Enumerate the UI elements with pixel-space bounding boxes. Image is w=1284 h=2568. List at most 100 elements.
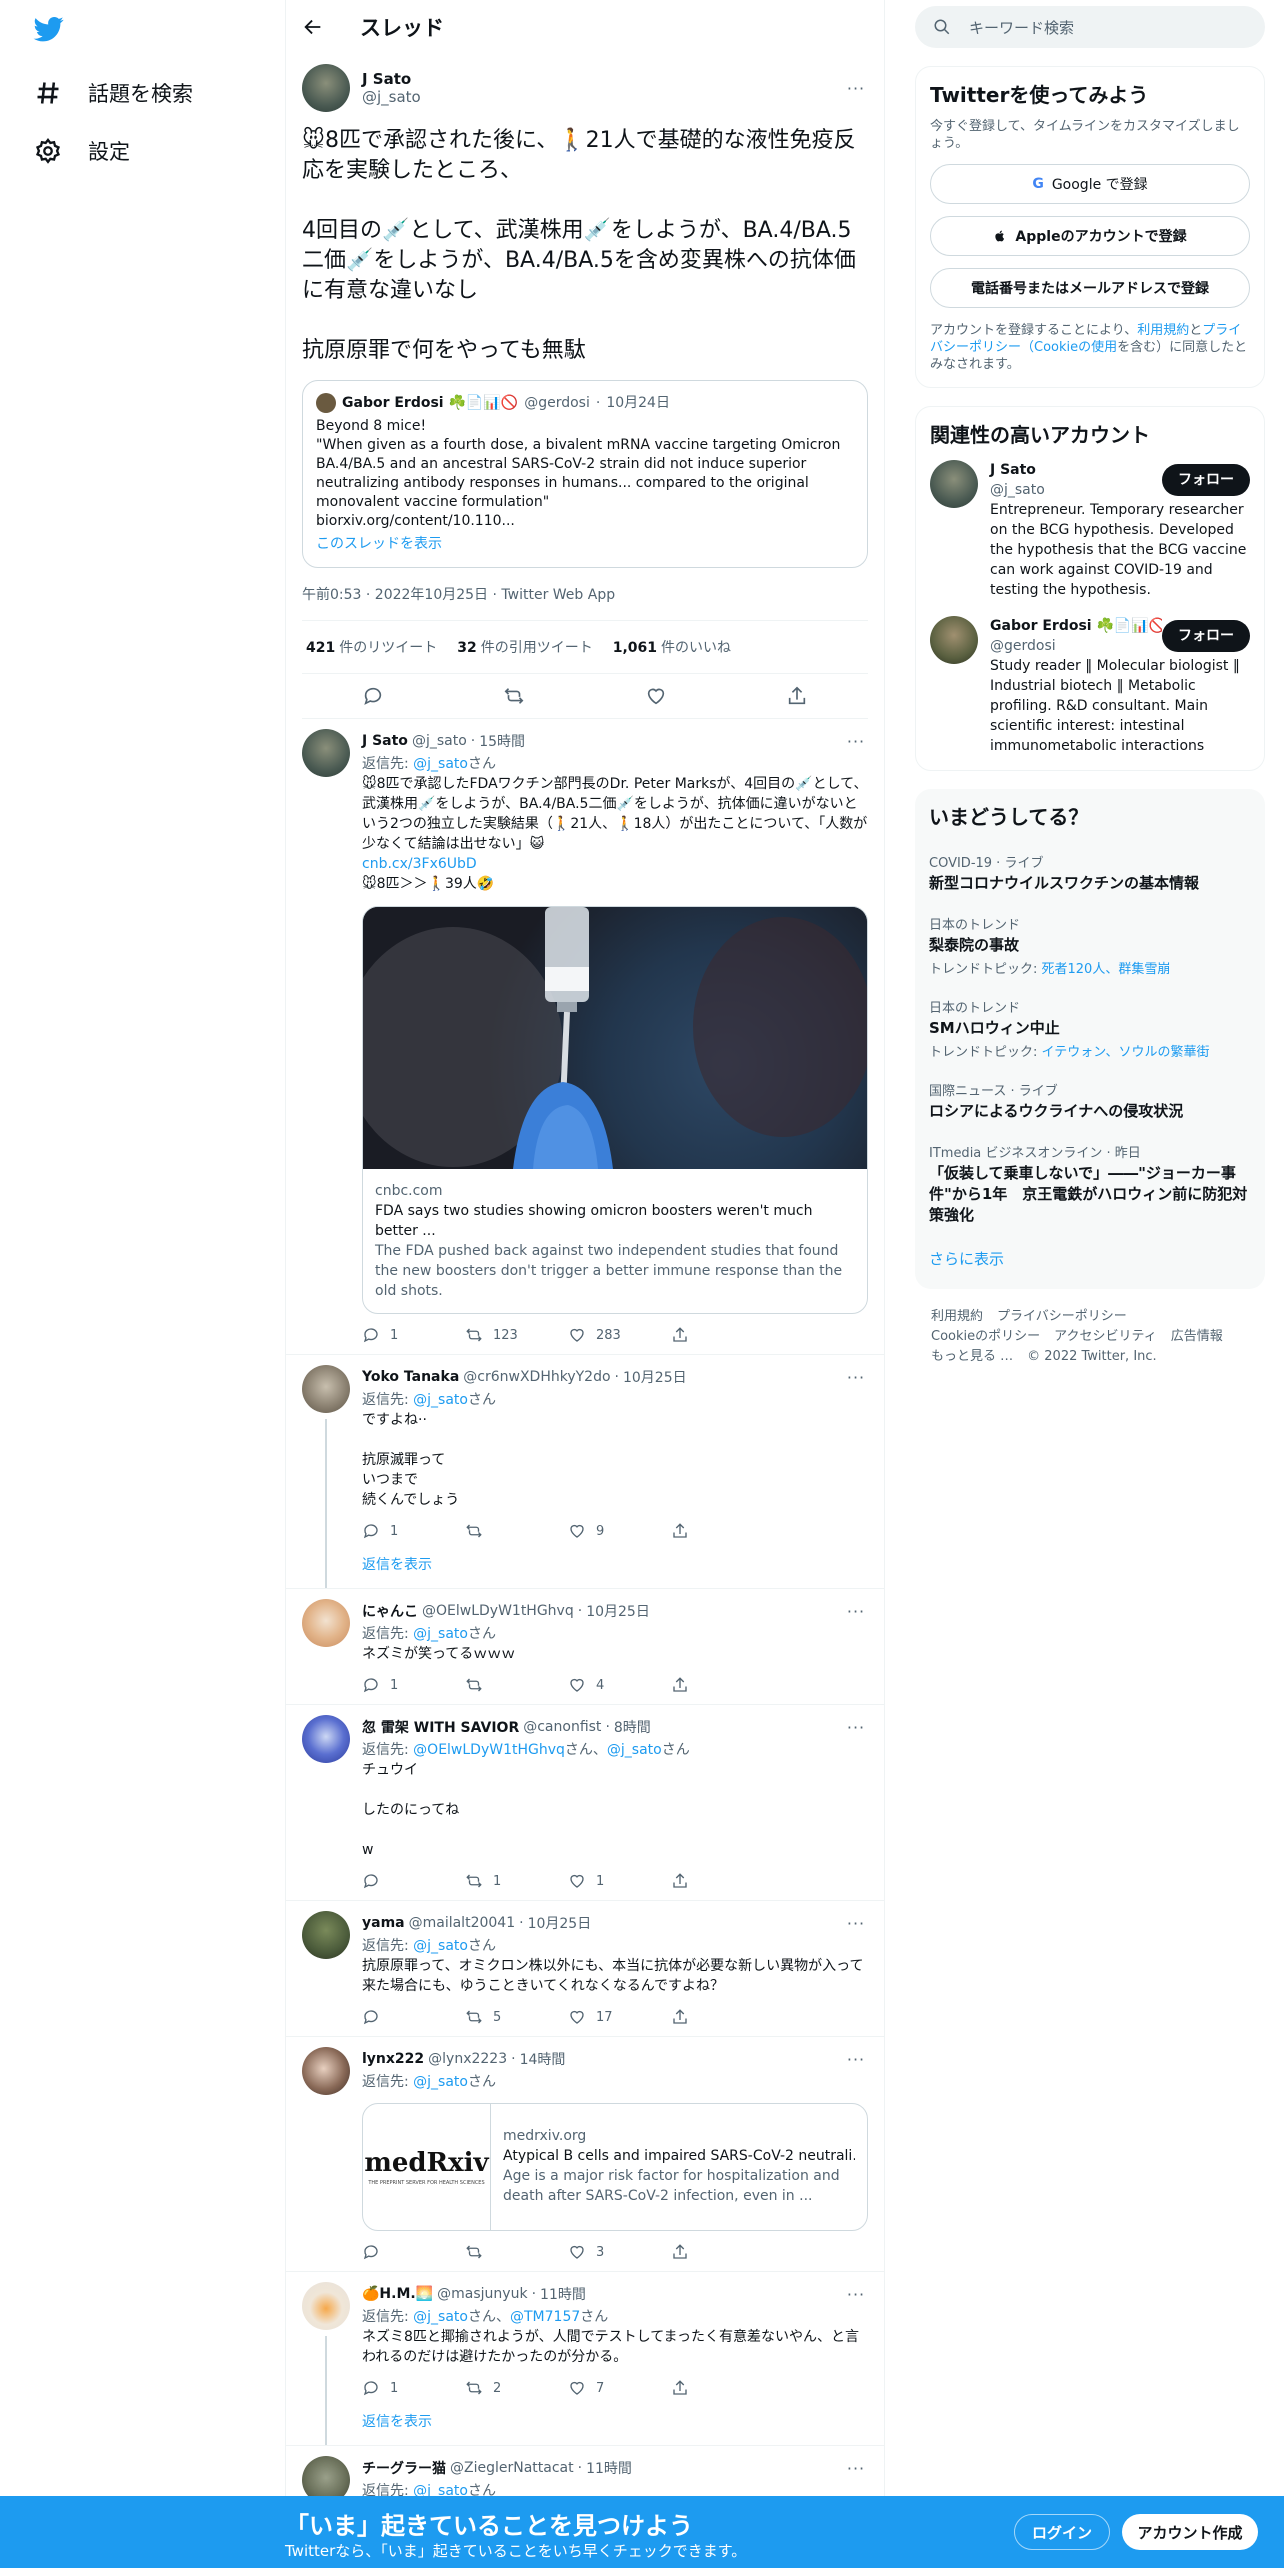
search-input[interactable]: キーワード検索 [915,6,1265,48]
mention-link[interactable]: @j_sato [413,2074,468,2090]
author-handle[interactable]: @OElwLDyW1tHGhvq [422,1603,574,1619]
quoted-tweet[interactable]: Gabor Erdosi ☘️📄📊🚫 @gerdosi · 10月24日 Bey… [302,380,868,568]
author-name[interactable]: yama [362,1915,405,1931]
google-signup-button[interactable]: G Google で登録 [930,164,1250,204]
like-button[interactable]: 4 [568,1676,671,1694]
terms-link[interactable]: 利用規約 [1137,323,1189,338]
mention-link[interactable]: @j_sato [607,1742,662,1758]
account-item[interactable]: J Sato @j_sato フォロー Entrepreneur. Tempor… [930,460,1250,600]
more-icon[interactable]: ··· [844,76,868,100]
link-card[interactable]: cnbc.com FDA says two studies showing om… [362,906,868,1314]
author-name[interactable]: Yoko Tanaka [362,1369,459,1385]
mention-link[interactable]: @j_sato [413,1626,468,1642]
share-button[interactable] [671,1326,774,1344]
account-item[interactable]: Gabor Erdosi ☘️📄📊🚫 @gerdosi フォロー Study r… [930,616,1250,756]
mention-link[interactable]: @TM7157 [510,2309,580,2325]
share-button[interactable] [671,1872,774,1890]
reply-tweet[interactable]: 🍊H.M.🌅 @masjunyuk · 11時間 ··· 返信先: @j_satoさん、… [286,2272,884,2446]
back-arrow-icon[interactable] [302,16,360,38]
like-icon[interactable] [644,684,668,708]
author-name[interactable]: J Sato [362,733,408,749]
tweet-time[interactable]: 11時間 [540,2284,586,2304]
author-name[interactable]: J Sato [362,70,421,88]
like-button[interactable]: 1 [568,1872,671,1890]
author-handle[interactable]: @lynx2223 [428,2051,507,2067]
follow-button[interactable]: フォロー [1162,464,1250,496]
like-button[interactable]: 3 [568,2243,671,2261]
retweet-button[interactable]: 1 [465,1872,568,1890]
quotes-stat[interactable]: 32 件の引用ツイート [457,637,592,657]
author-handle[interactable]: @ZieglerNattacat [450,2460,574,2476]
author-handle[interactable]: @cr6nwXDHhkyY2do [463,1369,610,1385]
nav-explore[interactable]: 話題を検索 [28,64,268,122]
nav-settings[interactable]: 設定 [28,122,268,180]
reply-tweet[interactable]: Yoko Tanaka @cr6nwXDHhkyY2do · 10月25日 ··· 返信… [286,1355,884,1589]
apple-signup-button[interactable]: Appleのアカウントで登録 [930,216,1250,256]
retweets-stat[interactable]: 421 件のリツイート [306,637,437,657]
reply-tweet[interactable]: J Sato @j_sato · 15時間 ··· 返信先: @j_satoさん 🐭8匹… [286,719,884,1355]
show-thread-link[interactable]: このスレッドを表示 [316,535,854,554]
show-replies-link[interactable]: 返信を表示 [362,1554,868,1578]
avatar[interactable] [930,616,978,664]
mention-link[interactable]: @OElwLDyW1tHGhvq [413,1742,565,1758]
author-handle[interactable]: @mailalt20041 [409,1915,516,1931]
like-button[interactable]: 17 [568,2008,671,2026]
more-icon[interactable]: ··· [844,729,868,753]
avatar[interactable] [302,1365,350,1413]
reply-button[interactable]: 1 [362,2379,465,2397]
create-account-button[interactable]: アカウント作成 [1122,2514,1258,2550]
tweet-time[interactable]: 10月25日 [623,1367,687,1387]
share-button[interactable] [671,1522,774,1540]
more-icon[interactable]: ··· [844,1911,868,1935]
author-name[interactable]: にゃんこ [362,1601,418,1621]
trend-item[interactable]: ITmedia ビジネスオンライン · 昨日 「仮装して乗車しないで」――"ジョ… [929,1130,1251,1234]
reply-button[interactable]: 1 [362,1522,465,1540]
retweet-icon[interactable] [502,684,526,708]
reply-tweet[interactable]: lynx222 @lynx2223 · 14時間 ··· 返信先: @j_satoさん … [286,2037,884,2272]
more-icon[interactable]: ··· [844,1365,868,1389]
tweet-link[interactable]: cnb.cx/3Fx6UbD [362,856,477,872]
mention-link[interactable]: @j_sato [413,756,468,772]
mention-link[interactable]: @j_sato [413,1392,468,1408]
tweet-time[interactable]: 10月25日 [586,1601,650,1621]
trend-item[interactable]: 日本のトレンド 梨泰院の事故 トレンドトピック: 死者120人、群集雪崩 [929,902,1251,985]
avatar[interactable] [302,1715,350,1763]
mention-link[interactable]: @j_sato [413,1938,468,1954]
trend-item[interactable]: 国際ニュース · ライブ ロシアによるウクライナへの侵攻状況 [929,1068,1251,1130]
author-handle[interactable]: @masjunyuk [437,2286,527,2302]
reply-button[interactable] [362,2243,465,2261]
author-name[interactable]: 忽 雷架 WITH SAVIOR [362,1717,519,1737]
footer-link[interactable]: Cookieのポリシー [931,1329,1040,1344]
more-icon[interactable]: ··· [844,1715,868,1739]
tweet-time[interactable]: 11時間 [586,2458,632,2478]
like-button[interactable]: 9 [568,1522,671,1540]
more-icon[interactable]: ··· [844,2456,868,2480]
tweet-time[interactable]: 10月25日 [528,1913,592,1933]
avatar[interactable] [302,1599,350,1647]
reply-tweet[interactable]: にゃんこ @OElwLDyW1tHGhvq · 10月25日 ··· 返信先: @j_s… [286,1589,884,1705]
avatar[interactable] [302,1911,350,1959]
footer-link[interactable]: 広告情報 [1171,1329,1223,1344]
more-icon[interactable]: ··· [844,1599,868,1623]
author-name[interactable]: チーグラー猫 [362,2458,446,2478]
avatar[interactable] [930,460,978,508]
show-more-trends-link[interactable]: さらに表示 [929,1234,1251,1275]
show-replies-link[interactable]: 返信を表示 [362,2411,868,2435]
retweet-button[interactable]: 123 [465,1326,568,1344]
author-name[interactable]: lynx222 [362,2051,424,2067]
share-button[interactable] [671,1676,774,1694]
likes-stat[interactable]: 1,061 件のいいね [613,637,731,657]
avatar[interactable] [302,2282,350,2330]
reply-icon[interactable] [361,684,385,708]
author-handle[interactable]: @j_sato [412,733,467,749]
share-button[interactable] [671,2008,774,2026]
reply-button[interactable]: 1 [362,1676,465,1694]
share-button[interactable] [671,2379,774,2397]
author-name[interactable]: 🍊H.M.🌅 [362,2286,433,2302]
footer-link[interactable]: もっと見る … [931,1349,1013,1364]
share-icon[interactable] [785,684,809,708]
reply-button[interactable]: 1 [362,1326,465,1344]
mention-link[interactable]: @j_sato [413,2309,468,2325]
reply-button[interactable] [362,1872,465,1890]
retweet-button[interactable]: 2 [465,2379,568,2397]
